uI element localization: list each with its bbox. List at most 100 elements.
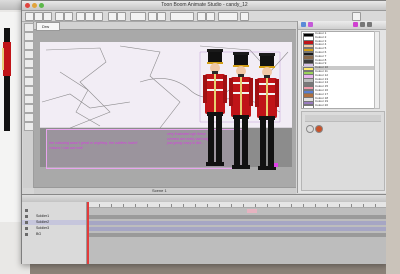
app-window: Toon Boom Animate Studio - candy_12 Drw … <box>21 0 388 264</box>
tool-properties-panel <box>301 111 385 191</box>
color-label: Colour 20 <box>315 103 329 108</box>
layer-visibility-icon[interactable] <box>25 221 28 224</box>
ruler-tick <box>111 204 112 207</box>
ruler-tick <box>159 204 160 207</box>
ruler-tick <box>171 204 172 207</box>
color-panel-header <box>298 21 388 30</box>
pivot-handle[interactable] <box>274 163 278 167</box>
background-soldier-figure <box>2 28 11 131</box>
ruler-tick <box>291 204 292 207</box>
ruler-tick <box>327 204 328 207</box>
help-icon[interactable] <box>352 12 361 21</box>
keyframe-marker[interactable] <box>247 209 257 213</box>
ruler-tick <box>243 204 244 207</box>
color-list-scrollbar[interactable] <box>374 31 380 109</box>
layer-visibility-icon[interactable] <box>25 233 28 236</box>
ruler-tick <box>99 204 100 207</box>
redo-icon[interactable] <box>64 12 73 21</box>
new-icon[interactable] <box>25 12 34 21</box>
ruler-tick <box>195 204 196 207</box>
render-icon[interactable] <box>240 12 249 21</box>
text-tool-icon[interactable] <box>24 59 34 68</box>
undo-icon[interactable] <box>55 12 64 21</box>
tool-properties-header <box>305 115 381 122</box>
ruler-tick <box>339 204 340 207</box>
frame-track[interactable] <box>87 221 387 225</box>
tools-palette <box>23 22 34 188</box>
loop-icon[interactable] <box>117 12 126 21</box>
tool-mode-dropdown[interactable] <box>130 12 146 21</box>
paint-bucket-icon[interactable] <box>24 77 34 86</box>
timeline-layer[interactable]: BG <box>22 232 86 237</box>
timeline-layer[interactable] <box>22 208 86 213</box>
layer-list: Soldier1 Soldier2 Soldier3 BG <box>22 202 87 264</box>
contour-editor-icon[interactable] <box>24 32 34 41</box>
layer-visibility-icon[interactable] <box>25 209 28 212</box>
timeline-layer[interactable]: Soldier1 <box>22 214 86 219</box>
add-color-icon[interactable] <box>353 22 358 27</box>
eraser-tool-icon[interactable] <box>24 68 34 77</box>
ruler-tick <box>231 204 232 207</box>
paste-icon[interactable] <box>94 12 103 21</box>
ruler-tick <box>375 204 376 207</box>
save-icon[interactable] <box>43 12 52 21</box>
ruler-tick <box>147 204 148 207</box>
pencil-tool-icon[interactable] <box>24 50 34 59</box>
color-swatch-row[interactable]: Colour 20 <box>302 104 374 108</box>
ruler-tick <box>315 204 316 207</box>
layer-visibility-icon[interactable] <box>25 215 28 218</box>
open-icon[interactable] <box>34 12 43 21</box>
color-mode-icon[interactable] <box>360 22 365 27</box>
select-tool-icon[interactable] <box>24 23 34 32</box>
timeline-layer[interactable]: Soldier2 <box>22 220 86 225</box>
soldier-group[interactable] <box>200 49 288 173</box>
window-titlebar: Toon Boom Animate Studio - candy_12 <box>22 1 387 11</box>
light-table-icon[interactable] <box>157 12 166 21</box>
ruler-tick <box>351 204 352 207</box>
copy-icon[interactable] <box>85 12 94 21</box>
dropper-tool-icon[interactable] <box>24 86 34 95</box>
panel-menu-icon[interactable] <box>367 22 372 27</box>
playhead[interactable] <box>87 202 89 264</box>
rectangle-tool-icon[interactable] <box>24 95 34 104</box>
window-title: Toon Boom Animate Studio - candy_12 <box>161 2 248 8</box>
ruler-tick <box>279 204 280 207</box>
frame-track[interactable] <box>87 227 387 231</box>
swatch-icon[interactable] <box>308 22 313 27</box>
stage-status-bar: Scene 1 <box>34 187 296 194</box>
grid-icon[interactable] <box>197 12 206 21</box>
frame-track[interactable] <box>87 215 387 219</box>
zoom-tool-icon[interactable] <box>24 122 34 131</box>
hand-tool-icon[interactable] <box>24 113 34 122</box>
ruler-tick <box>207 204 208 207</box>
play-icon[interactable] <box>108 12 117 21</box>
layer-visibility-icon[interactable] <box>25 227 28 230</box>
tab-drawing[interactable]: Drw <box>36 22 60 31</box>
ruler-tick <box>183 204 184 207</box>
timeline-layer[interactable]: Soldier3 <box>22 226 86 231</box>
onion-skin-icon[interactable] <box>148 12 157 21</box>
zoom-dropdown[interactable] <box>170 12 194 21</box>
ruler-tick <box>135 204 136 207</box>
frame-grid[interactable] <box>87 202 387 264</box>
ellipse-tool-icon[interactable] <box>24 104 34 113</box>
color-list[interactable]: Colour 1 Colour 2 Colour 3 Colour 4 Colour 5… <box>301 31 375 109</box>
fill-option-icon[interactable] <box>306 125 314 133</box>
timeline-panel: Soldier1 Soldier2 Soldier3 BG <box>22 194 387 264</box>
color-panel: Colour 1 Colour 2 Colour 3 Colour 4 Colour 5… <box>297 21 388 193</box>
color-swatch[interactable] <box>303 104 314 108</box>
cut-icon[interactable] <box>76 12 85 21</box>
ruler-tick <box>219 204 220 207</box>
frame-track[interactable] <box>87 233 387 237</box>
view-dropdown[interactable] <box>218 12 238 21</box>
palette-icon[interactable] <box>301 22 306 27</box>
brush-tool-icon[interactable] <box>24 41 34 50</box>
note-left: the colouring wasn't great or anything. … <box>49 141 138 150</box>
ruler-tick <box>363 204 364 207</box>
frame-ruler[interactable] <box>87 202 387 208</box>
paint-option-icon[interactable] <box>315 125 323 133</box>
ruler-tick <box>267 204 268 207</box>
ruler-tick <box>255 204 256 207</box>
camera-icon[interactable] <box>206 12 215 21</box>
document-tabs: Drw <box>34 22 296 31</box>
